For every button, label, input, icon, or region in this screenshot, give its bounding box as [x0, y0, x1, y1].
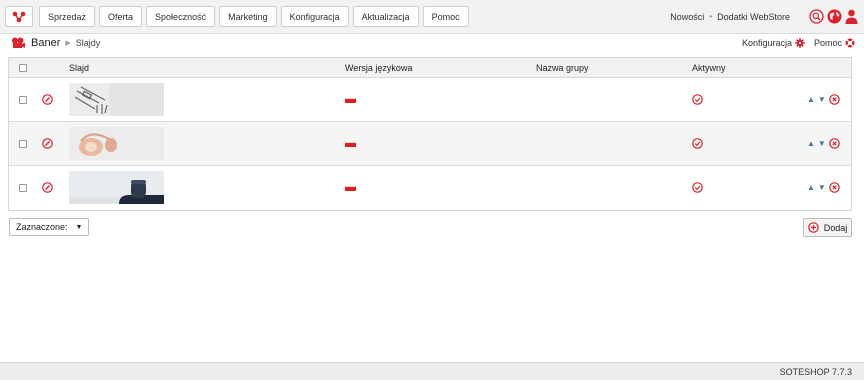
row-actions: ▲ ▼	[807, 94, 840, 105]
top-bar: Sprzedaż Oferta Społeczność Marketing Ko…	[0, 0, 864, 34]
header-active[interactable]: Aktywny	[692, 63, 726, 73]
move-up-icon[interactable]: ▲	[807, 94, 815, 105]
breadcrumb-actions: Konfiguracja Pomoc	[742, 38, 855, 48]
edit-icon[interactable]	[42, 138, 53, 149]
nav-pomoc[interactable]: Pomoc	[422, 6, 469, 27]
row-checkbox[interactable]	[19, 96, 27, 104]
move-up-icon[interactable]: ▲	[807, 182, 815, 193]
move-up-icon[interactable]: ▲	[807, 138, 815, 149]
user-icon[interactable]	[845, 9, 858, 24]
webstore-addons-link[interactable]: Dodatki WebStore	[717, 12, 790, 22]
edit-icon[interactable]	[42, 94, 53, 105]
move-down-icon[interactable]: ▼	[818, 138, 826, 149]
breadcrumb: Baner ▶ Slajdy	[11, 37, 100, 49]
nav-spolecznosc[interactable]: Społeczność	[146, 6, 216, 27]
help-link[interactable]: Pomoc	[814, 38, 842, 48]
language-flag-pl	[345, 98, 356, 103]
table-header: Slajd Wersja językowa Nazwa grupy Aktywn…	[9, 58, 851, 78]
page-title[interactable]: Baner	[31, 37, 60, 49]
top-right-links: Nowości • Dodatki WebStore	[670, 6, 858, 27]
main-nav: Sprzedaż Oferta Społeczność Marketing Ko…	[39, 6, 469, 27]
language-flag-pl	[345, 186, 356, 191]
table-row: ▲ ▼	[9, 78, 851, 122]
header-group[interactable]: Nazwa grupy	[536, 63, 589, 73]
row-checkbox[interactable]	[19, 184, 27, 192]
link-separator: •	[709, 12, 713, 21]
config-link[interactable]: Konfiguracja	[742, 38, 792, 48]
add-button[interactable]: Dodaj	[803, 218, 852, 237]
breadcrumb-arrow-icon: ▶	[65, 40, 71, 47]
add-button-label: Dodaj	[823, 222, 848, 233]
slides-table: Slajd Wersja językowa Nazwa grupy Aktywn…	[8, 57, 852, 211]
header-slide[interactable]: Slajd	[69, 63, 89, 73]
move-down-icon[interactable]: ▼	[818, 182, 826, 193]
plus-circle-icon	[807, 222, 819, 233]
camera-icon	[12, 37, 25, 48]
bulk-action-select[interactable]: Zaznaczone: ▼	[9, 218, 90, 236]
search-icon[interactable]	[809, 9, 824, 24]
table-row: ▲ ▼	[9, 166, 851, 210]
active-check-icon[interactable]	[692, 94, 703, 105]
nav-konfiguracja[interactable]: Konfiguracja	[280, 6, 349, 27]
nav-aktualizacja[interactable]: Aktualizacja	[352, 6, 419, 27]
delete-icon[interactable]	[829, 94, 840, 105]
row-actions: ▲ ▼	[807, 182, 840, 193]
active-check-icon[interactable]	[692, 138, 703, 149]
gear-icon[interactable]	[795, 38, 805, 48]
chevron-down-icon: ▼	[75, 223, 83, 231]
breadcrumb-bar: Baner ▶ Slajdy Konfiguracja Pomoc	[0, 34, 864, 56]
slide-image-cables[interactable]	[69, 83, 164, 116]
version-label: SOTESHOP 7.7.3	[779, 367, 852, 377]
header-language[interactable]: Wersja językowa	[345, 63, 412, 73]
news-link[interactable]: Nowości	[670, 12, 704, 22]
table-row: ▲ ▼	[9, 122, 851, 166]
nav-marketing[interactable]: Marketing	[219, 6, 277, 27]
breadcrumb-current: Slajdy	[75, 38, 101, 48]
help-lifebuoy-icon[interactable]	[845, 38, 855, 48]
soteshop-logo-icon	[12, 11, 26, 22]
edit-icon[interactable]	[42, 182, 53, 193]
language-flag-pl	[345, 142, 356, 147]
move-down-icon[interactable]: ▼	[818, 94, 826, 105]
row-actions: ▲ ▼	[807, 138, 840, 149]
bulk-action-label: Zaznaczone:	[16, 222, 68, 232]
active-check-icon[interactable]	[692, 182, 703, 193]
delete-icon[interactable]	[829, 138, 840, 149]
select-all-checkbox[interactable]	[19, 64, 27, 72]
row-checkbox[interactable]	[19, 140, 27, 148]
nav-sprzedaz[interactable]: Sprzedaż	[39, 6, 96, 27]
logo-button[interactable]	[5, 6, 33, 27]
nav-oferta[interactable]: Oferta	[99, 6, 143, 27]
slide-image-headphones[interactable]	[69, 127, 164, 160]
globe-icon[interactable]	[827, 9, 842, 24]
footer-bar: SOTESHOP 7.7.3	[0, 362, 864, 380]
slide-image-speaker[interactable]	[69, 171, 164, 204]
delete-icon[interactable]	[829, 182, 840, 193]
